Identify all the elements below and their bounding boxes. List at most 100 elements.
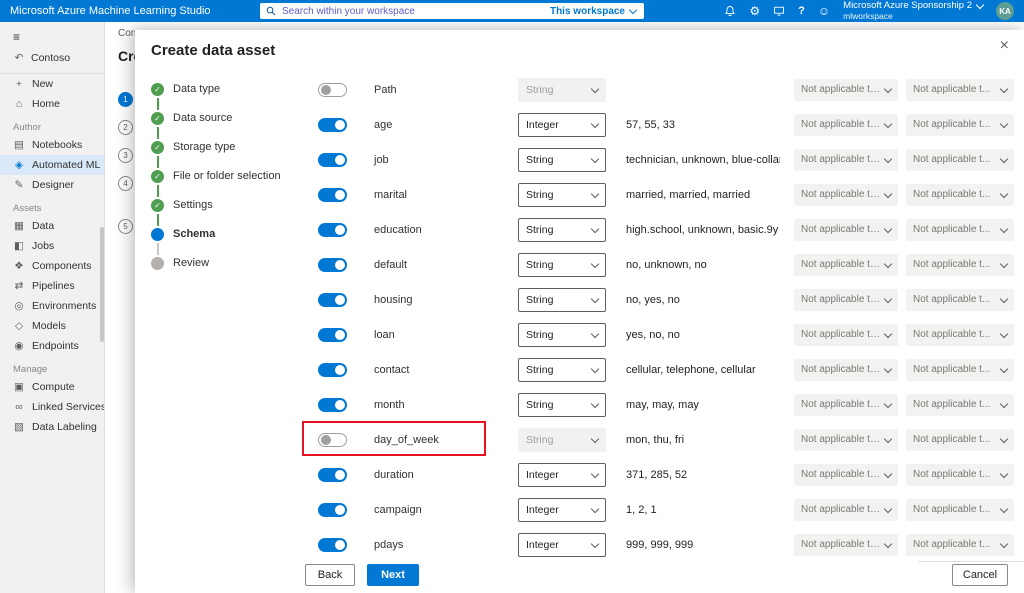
chevron-down-icon <box>1000 294 1008 302</box>
chevron-down-icon <box>1000 224 1008 232</box>
column-type-select[interactable]: String <box>518 358 606 382</box>
sidebar-item-components[interactable]: ❖Components <box>0 256 104 276</box>
sidebar-item-designer[interactable]: ✎Designer <box>0 175 104 195</box>
column-include-toggle[interactable] <box>318 503 347 517</box>
column-type-select[interactable]: Integer <box>518 113 606 137</box>
na-dropdown-1-label: Not applicable to sel... <box>801 329 885 340</box>
column-type-select[interactable]: Integer <box>518 498 606 522</box>
workspace-switcher[interactable]: ↶ Contoso <box>0 47 104 74</box>
notebook-icon: ▤ <box>13 139 25 151</box>
cancel-button[interactable]: Cancel <box>952 564 1008 586</box>
na-dropdown-2-label: Not applicable t... <box>913 469 990 480</box>
notifications-bell-icon[interactable] <box>724 5 736 17</box>
search-input[interactable] <box>280 5 542 18</box>
smiley-feedback-icon[interactable]: ☺ <box>818 5 830 17</box>
settings-gear-icon[interactable]: ⚙ <box>749 5 760 17</box>
chevron-down-icon <box>1000 84 1008 92</box>
chevron-down-icon <box>591 469 599 477</box>
column-type-value: String <box>526 399 553 411</box>
step-label: Schema <box>173 227 215 242</box>
sidebar-item-data-labeling[interactable]: ▧Data Labeling <box>0 417 104 437</box>
create-data-asset-dialog: Create data asset × ✓Data type✓Data sour… <box>135 30 1024 593</box>
column-type-select[interactable]: String <box>518 253 606 277</box>
column-type-select[interactable]: String <box>518 323 606 347</box>
column-include-toggle[interactable] <box>318 223 347 237</box>
na-dropdown-2-label: Not applicable t... <box>913 399 990 410</box>
step-connector <box>157 214 159 226</box>
avatar[interactable]: KA <box>996 2 1014 20</box>
column-include-toggle[interactable] <box>318 153 347 167</box>
sidebar-item-label: Environments <box>32 300 96 312</box>
column-type-select[interactable]: Integer <box>518 533 606 557</box>
next-button[interactable]: Next <box>367 564 419 586</box>
column-type-value: String <box>526 294 553 306</box>
column-type-value: Integer <box>526 504 559 516</box>
column-type-value: String <box>526 434 553 446</box>
column-include-toggle[interactable] <box>318 293 347 307</box>
schema-row: contact String cellular, telephone, cell… <box>300 352 1020 387</box>
column-type-select[interactable]: String <box>518 393 606 417</box>
sidebar-item-new[interactable]: +New <box>0 74 104 94</box>
column-type-select[interactable]: String <box>518 148 606 172</box>
column-include-toggle[interactable] <box>318 258 347 272</box>
sidebar-item-home[interactable]: ⌂Home <box>0 94 104 114</box>
sidebar-item-linked-services[interactable]: ∞Linked Services <box>0 397 104 417</box>
column-name: duration <box>352 469 500 481</box>
sidebar-item-pipelines[interactable]: ⇄Pipelines <box>0 276 104 296</box>
na-dropdown-1-label: Not applicable to sel... <box>801 294 885 305</box>
workspace-scope-dropdown[interactable]: This workspace <box>542 6 644 17</box>
na-dropdown-2-label: Not applicable t... <box>913 84 990 95</box>
column-include-toggle[interactable] <box>318 118 347 132</box>
column-type-select[interactable]: String <box>518 288 606 312</box>
feedback-icon[interactable] <box>773 5 785 17</box>
step-circle-icon <box>151 257 164 270</box>
column-include-toggle[interactable] <box>318 83 347 97</box>
toggle-knob <box>321 85 331 95</box>
step-check-icon: ✓ <box>151 141 164 154</box>
column-include-toggle[interactable] <box>318 188 347 202</box>
column-type-value: String <box>526 84 553 96</box>
sidebar-item-notebooks[interactable]: ▤Notebooks <box>0 135 104 155</box>
column-include-toggle[interactable] <box>318 538 347 552</box>
na-dropdown-1-label: Not applicable to sel... <box>801 539 885 550</box>
sidebar-item-compute[interactable]: ▣Compute <box>0 377 104 397</box>
column-type-value: String <box>526 259 553 271</box>
toggle-knob <box>335 540 345 550</box>
sidebar-section-heading: Assets <box>0 195 104 216</box>
na-dropdown-1: Not applicable to sel... <box>794 219 898 241</box>
account-menu[interactable]: Microsoft Azure Sponsorship 2 mlworkspac… <box>843 1 983 22</box>
column-include-toggle[interactable] <box>318 328 347 342</box>
chevron-down-icon <box>591 119 599 127</box>
na-dropdown-1-label: Not applicable to sel... <box>801 364 885 375</box>
chevron-down-icon <box>884 329 892 337</box>
column-include-toggle[interactable] <box>318 398 347 412</box>
sidebar-item-jobs[interactable]: ◧Jobs <box>0 236 104 256</box>
hamburger-menu-icon[interactable]: ≡ <box>0 22 104 47</box>
column-include-toggle[interactable] <box>318 468 347 482</box>
close-icon[interactable]: × <box>1000 37 1009 55</box>
linked-icon: ∞ <box>13 401 25 413</box>
sample-values: yes, no, no <box>608 329 780 341</box>
column-type-select[interactable]: Integer <box>518 463 606 487</box>
sidebar-item-endpoints[interactable]: ◉Endpoints <box>0 336 104 356</box>
sidebar-item-models[interactable]: ◇Models <box>0 316 104 336</box>
step-check-icon: ✓ <box>151 112 164 125</box>
chevron-down-icon <box>884 399 892 407</box>
scope-label: This workspace <box>550 6 625 17</box>
column-name: day_of_week <box>352 434 500 446</box>
column-name: loan <box>352 329 500 341</box>
na-dropdown-2-label: Not applicable t... <box>913 329 990 340</box>
sidebar-scrollbar[interactable] <box>100 227 104 342</box>
column-include-toggle[interactable] <box>318 363 347 377</box>
help-icon[interactable]: ? <box>798 6 805 17</box>
sidebar-item-environments[interactable]: ◎Environments <box>0 296 104 316</box>
column-type-select[interactable]: String <box>518 218 606 242</box>
sidebar-item-automated-ml[interactable]: ◈Automated ML <box>0 155 104 175</box>
back-button[interactable]: Back <box>305 564 355 586</box>
column-include-toggle[interactable] <box>318 433 347 447</box>
chevron-down-icon <box>884 434 892 442</box>
column-type-select[interactable]: String <box>518 183 606 207</box>
step-connector <box>157 156 159 168</box>
search-box[interactable]: This workspace <box>260 3 644 19</box>
sidebar-item-data[interactable]: ▦Data <box>0 216 104 236</box>
